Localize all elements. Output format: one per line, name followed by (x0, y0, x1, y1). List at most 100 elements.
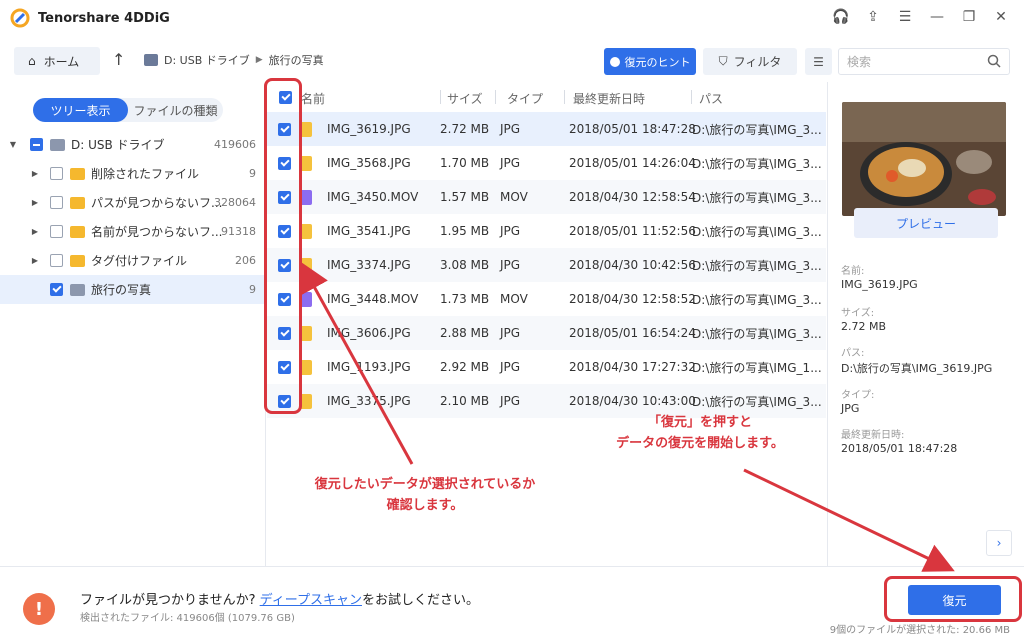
breadcrumb-drive[interactable]: D: USB ドライブ (164, 52, 250, 68)
recovery-hint-button[interactable]: 復元のヒント (604, 48, 696, 75)
tree-item-count: 91318 (221, 225, 256, 238)
table-row[interactable]: IMG_3448.MOV 1.73 MB MOV 2018/04/30 12:5… (267, 282, 826, 316)
next-button[interactable]: › (986, 530, 1012, 556)
deleted-checkbox[interactable] (50, 167, 63, 180)
cell-path: D:\旅行の写真\IMG_3... (692, 292, 822, 307)
recover-highlight-box (884, 576, 1022, 622)
warning-icon: ! (23, 593, 55, 625)
search-icon[interactable] (987, 54, 1001, 68)
cell-name: IMG_3619.JPG (327, 122, 411, 136)
table-row[interactable]: IMG_3568.JPG 1.70 MB JPG 2018/05/01 14:2… (267, 146, 826, 180)
list-view-button[interactable]: ☰ (805, 48, 832, 75)
cell-type: JPG (500, 224, 521, 238)
cell-modified: 2018/05/01 11:52:56 (569, 224, 696, 238)
breadcrumb-folder[interactable]: 旅行の写真 (269, 52, 324, 68)
cell-size: 2.10 MB (440, 394, 490, 408)
table-row[interactable]: IMG_3606.JPG 2.88 MB JPG 2018/05/01 16:5… (267, 316, 826, 350)
cell-path: D:\旅行の写真\IMG_3... (692, 394, 822, 409)
cell-modified: 2018/04/30 17:27:32 (569, 360, 696, 374)
table-row[interactable]: IMG_3619.JPG 2.72 MB JPG 2018/05/01 18:4… (267, 112, 826, 146)
tagged-checkbox[interactable] (50, 254, 63, 267)
app-title: Tenorshare 4DDiG (38, 10, 170, 26)
tree-item-lost-path[interactable]: ▶ パスが見つからないフ... 328064 (0, 188, 266, 217)
tree-item-travel-photos[interactable]: 旅行の写真 9 (0, 275, 266, 304)
expand-right-icon[interactable]: ▶ (30, 198, 40, 207)
annotation-select-text: 復元したいデータが選択されているか 確認します。 (280, 474, 570, 516)
tree-item-deleted[interactable]: ▶ 削除されたファイル 9 (0, 159, 266, 188)
size-label: サイズ: (841, 308, 875, 319)
cell-name: IMG_3606.JPG (327, 326, 411, 340)
chevron-right-icon: ▶ (255, 55, 263, 65)
lost-name-checkbox[interactable] (50, 225, 63, 238)
deep-scan-link[interactable]: ディープスキャン (260, 593, 362, 608)
type-label: タイプ: (841, 390, 875, 401)
headset-icon[interactable]: 🎧 (832, 8, 850, 26)
cell-name: IMG_3448.MOV (327, 292, 419, 306)
tree-item-lost-name[interactable]: ▶ 名前が見つからないフ... 91318 (0, 217, 266, 246)
msg-prefix: ファイルが見つかりませんか? (80, 593, 256, 608)
table-row[interactable]: IMG_3450.MOV 1.57 MB MOV 2018/04/30 12:5… (267, 180, 826, 214)
cell-size: 1.73 MB (440, 292, 490, 306)
bottom-bar: ! ファイルが見つかりませんか? ディープスキャンをお試しください。 検出された… (0, 566, 1024, 641)
folder-icon (70, 196, 85, 209)
filter-button[interactable]: ⛉ フィルタ (703, 48, 797, 75)
cell-name: IMG_1193.JPG (327, 360, 411, 374)
header-name[interactable]: 名前 (301, 90, 325, 107)
home-button[interactable]: ⌂ ホーム (14, 47, 100, 75)
tree-item-count: 9 (249, 167, 256, 180)
header-modified[interactable]: 最終更新日時 (573, 90, 645, 107)
tree-item-tagged[interactable]: ▶ タグ付けファイル 206 (0, 246, 266, 275)
table-row[interactable]: IMG_3541.JPG 1.95 MB JPG 2018/05/01 11:5… (267, 214, 826, 248)
annotation-recover-line2: データの復元を開始します。 (616, 436, 784, 451)
type-value: JPG (841, 402, 860, 415)
cell-path: D:\旅行の写真\IMG_3... (692, 224, 822, 239)
search-input[interactable]: 検索 (838, 48, 1010, 75)
header-type[interactable]: タイプ (507, 90, 543, 107)
path-value: D:\旅行の写真\IMG_3619.JPG (841, 362, 993, 375)
expand-down-icon[interactable]: ▼ (8, 140, 18, 149)
cell-name: IMG_3541.JPG (327, 224, 411, 238)
header-path[interactable]: パス (699, 90, 723, 107)
checkbox-highlight-box (264, 78, 302, 414)
cell-size: 1.95 MB (440, 224, 490, 238)
expand-right-icon[interactable]: ▶ (30, 256, 40, 265)
table-row[interactable]: IMG_1193.JPG 2.92 MB JPG 2018/04/30 17:2… (267, 350, 826, 384)
folder-icon (70, 225, 85, 238)
filter-icon: ⛉ (718, 54, 728, 68)
tab-tree-view[interactable]: ツリー表示 (33, 98, 128, 122)
list-menu-icon[interactable]: ☰ (896, 8, 914, 26)
modified-value: 2018/05/01 18:47:28 (841, 442, 958, 455)
tree-item-label: D: USB ドライブ (71, 138, 165, 152)
modified-label: 最終更新日時: (841, 430, 905, 441)
header-size[interactable]: サイズ (447, 90, 483, 107)
hint-label: 復元のヒント (624, 55, 691, 69)
view-toggle: ツリー表示 ファイルの種類 (33, 98, 223, 122)
cell-path: D:\旅行の写真\IMG_3... (692, 326, 822, 341)
folder-icon (70, 283, 85, 296)
name-label: 名前: (841, 266, 865, 277)
expand-right-icon[interactable]: ▶ (30, 227, 40, 236)
lost-path-checkbox[interactable] (50, 196, 63, 209)
breadcrumb: D: USB ドライブ ▶ 旅行の写真 (144, 52, 324, 68)
maximize-icon[interactable]: ❐ (960, 8, 978, 26)
cell-type: JPG (500, 394, 521, 408)
close-icon[interactable]: ✕ (992, 8, 1010, 26)
up-arrow-icon[interactable]: ↑ (112, 50, 128, 70)
tree-item-usb-drive[interactable]: ▼ D: USB ドライブ 419606 (0, 130, 266, 159)
title-bar: Tenorshare 4DDiG 🎧 ⇪ ☰ — ❐ ✕ (0, 0, 1024, 36)
cell-modified: 2018/04/30 12:58:52 (569, 292, 696, 306)
preview-button[interactable]: プレビュー (854, 208, 998, 238)
table-row[interactable]: IMG_3374.JPG 3.08 MB JPG 2018/04/30 10:4… (267, 248, 826, 282)
expand-right-icon[interactable]: ▶ (30, 169, 40, 178)
folder-icon (70, 254, 85, 267)
travel-photos-checkbox[interactable] (50, 283, 63, 296)
cell-size: 2.72 MB (440, 122, 490, 136)
share-icon[interactable]: ⇪ (864, 8, 882, 26)
drive-checkbox[interactable] (30, 138, 43, 151)
minimize-icon[interactable]: — (928, 8, 946, 26)
cell-type: JPG (500, 360, 521, 374)
tab-file-type[interactable]: ファイルの種類 (128, 98, 223, 122)
cell-type: JPG (500, 156, 521, 170)
home-icon: ⌂ (28, 54, 36, 68)
cell-modified: 2018/05/01 16:54:24 (569, 326, 696, 340)
